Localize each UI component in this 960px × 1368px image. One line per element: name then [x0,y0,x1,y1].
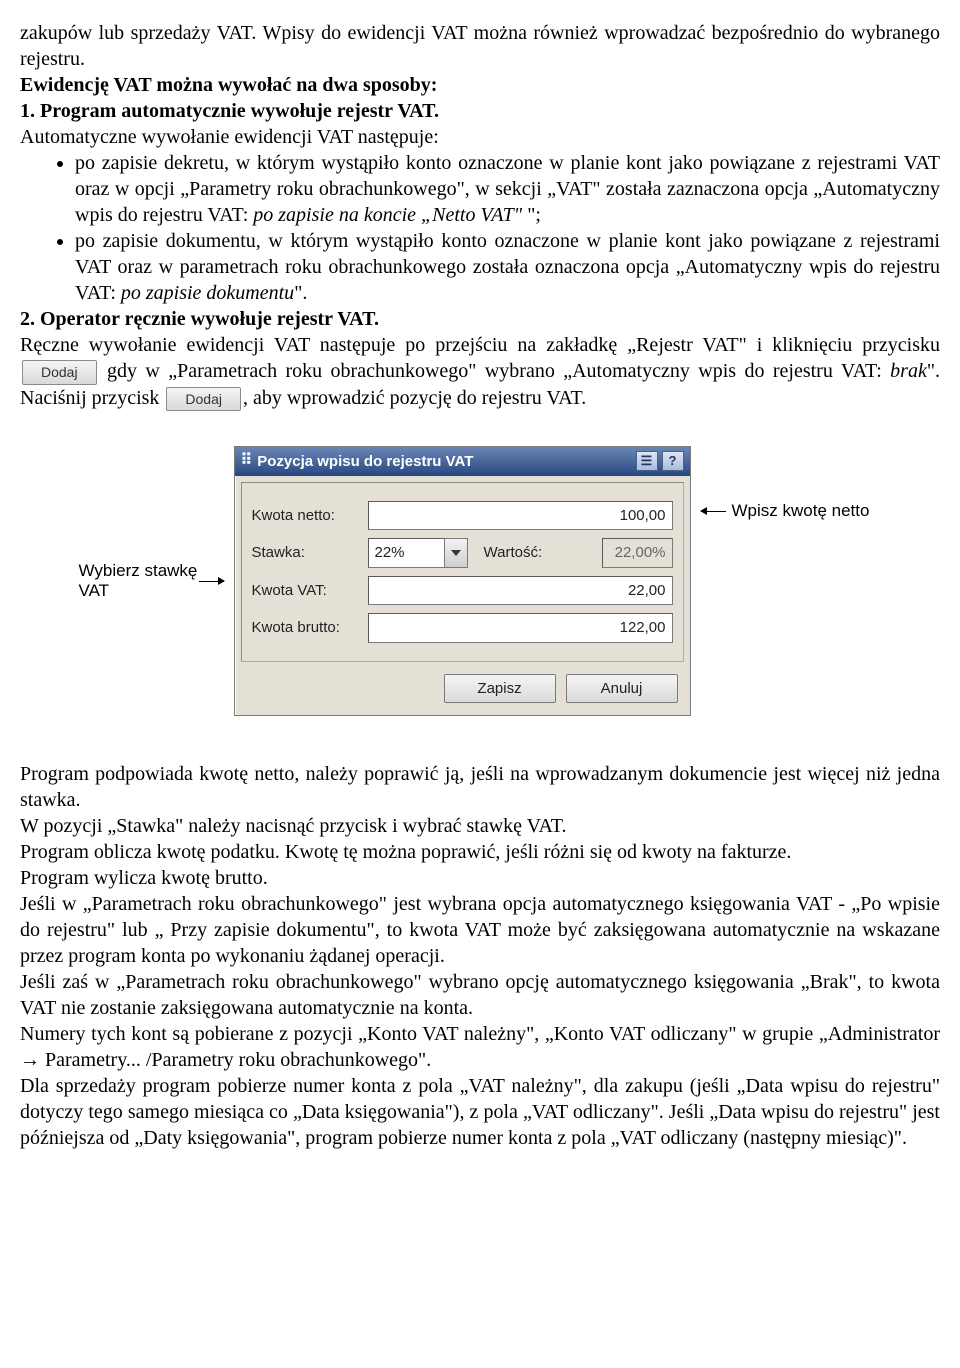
paragraph-auto: Automatyczne wywołanie ewidencji VAT nas… [20,124,940,150]
bullet-1: po zapisie dekretu, w którym wystąpiło k… [75,150,940,228]
dialog-form: Kwota netto: 100,00 Stawka: 22% Wartość:… [241,482,684,662]
anuluj-button[interactable]: Anuluj [566,674,678,704]
manual-text-2: gdy w „Parametrach roku obrachunkowego" … [107,360,890,382]
after-p5: Jeśli w „Parametrach roku obrachunkowego… [20,891,940,969]
manual-text-1: Ręczne wywołanie ewidencji VAT następuje… [20,334,940,356]
input-kwota-vat[interactable]: 22,00 [368,576,673,606]
zapisz-button[interactable]: Zapisz [444,674,556,704]
dialog-titlebar: ⠿ Pozycja wpisu do rejestru VAT ☰ ? [235,447,690,476]
after-p6: Jeśli zaś w „Parametrach roku obrachunko… [20,969,940,1021]
after-p1: Program podpowiada kwotę netto, należy p… [20,761,940,813]
heading-method-1: 1. Program automatycznie wywołuje rejest… [20,98,940,124]
titlebar-menu-icon[interactable]: ☰ [636,451,658,471]
input-kwota-brutto[interactable]: 122,00 [368,613,673,643]
dialog-title-text: Pozycja wpisu do rejestru VAT [257,452,473,472]
label-kwota-vat: Kwota VAT: [252,581,362,601]
label-stawka: Stawka: [252,543,362,563]
bullet-2-italic: po zapisie dokumentu [121,282,294,304]
manual-italic-brak: brak [890,360,927,382]
after-p3: Program oblicza kwotę podatku. Kwotę tę … [20,839,940,865]
input-stawka[interactable]: 22% [368,538,444,568]
dodaj-button-inline-1[interactable]: Dodaj [22,360,97,384]
stawka-dropdown-icon[interactable] [444,538,468,568]
dialog-vat-entry: ⠿ Pozycja wpisu do rejestru VAT ☰ ? Kwot… [234,446,691,716]
dodaj-button-inline-2[interactable]: Dodaj [166,387,241,411]
dialog-figure: Wybierz stawkę VAT ⠿ Pozycja wpisu do re… [20,446,940,716]
callout-right: Wpisz kwotę netto [732,501,882,521]
titlebar-help-icon[interactable]: ? [662,451,684,471]
label-kwota-netto: Kwota netto: [252,506,362,526]
titlebar-grip-icon: ⠿ [241,451,252,472]
paragraph-manual: Ręczne wywołanie ewidencji VAT następuje… [20,332,940,411]
manual-text-4: , aby wprowadzić pozycję do rejestru VAT… [243,387,586,409]
bullet-2: po zapisie dokumentu, w którym wystąpiło… [75,228,940,306]
bullet-list: po zapisie dekretu, w którym wystąpiło k… [20,150,940,306]
after-p2: W pozycji „Stawka" należy nacisnąć przyc… [20,813,940,839]
bullet-2-tail: ". [294,282,307,304]
after-p8: Dla sprzedaży program pobierze numer kon… [20,1073,940,1151]
heading-two-ways: Ewidencję VAT można wywołać na dwa sposo… [20,72,940,98]
input-kwota-netto[interactable]: 100,00 [368,501,673,531]
arrow-left-icon [701,511,726,512]
after-p7: Numery tych kont są pobierane z pozycji … [20,1021,940,1073]
after-p4: Program wylicza kwotę brutto. [20,865,940,891]
input-wartosc: 22,00% [602,538,673,568]
heading-method-2: 2. Operator ręcznie wywołuje rejestr VAT… [20,306,940,332]
arrow-right-icon [199,581,224,582]
label-kwota-brutto: Kwota brutto: [252,618,362,638]
bullet-1-tail: "; [522,204,541,226]
callout-left: Wybierz stawkę VAT [79,561,199,602]
bullet-1-italic: po zapisie na koncie „Netto VAT" [253,204,522,226]
paragraph-intro-1: zakupów lub sprzedaży VAT. Wpisy do ewid… [20,20,940,72]
label-wartosc: Wartość: [474,543,596,563]
